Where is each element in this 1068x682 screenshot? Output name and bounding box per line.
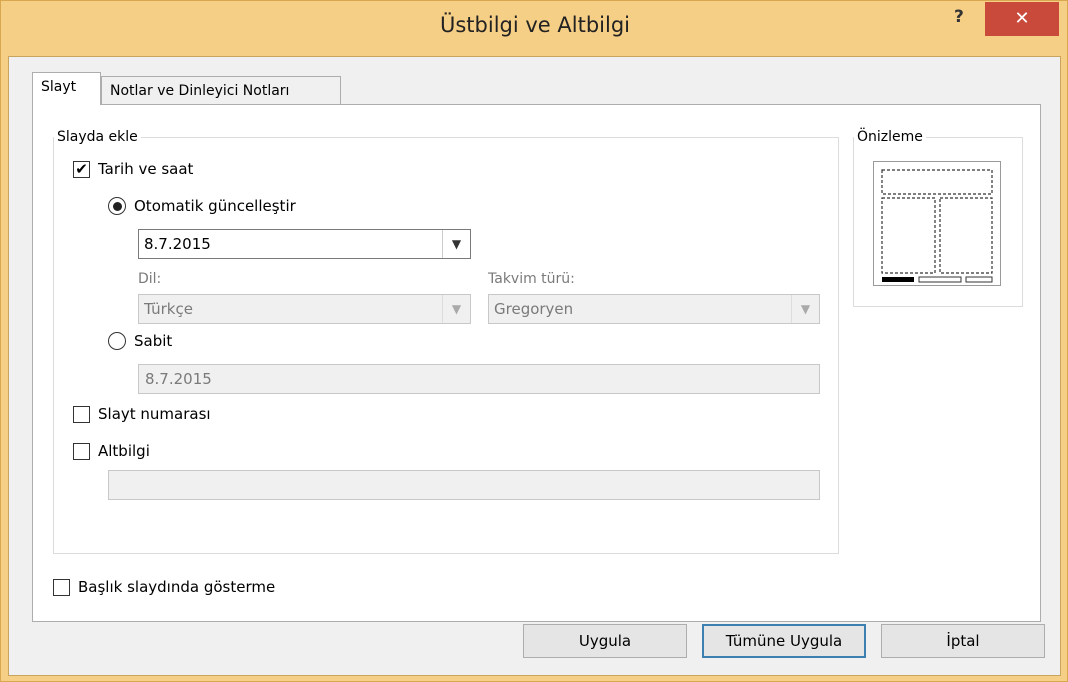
dialog-window: Üstbilgi ve Altbilgi ? ✕ Slayt Notlar ve… xyxy=(0,0,1068,682)
tab-slayt[interactable]: Slayt xyxy=(32,72,101,105)
slide-preview-thumbnail xyxy=(873,161,1001,286)
footer-label[interactable]: Altbilgi xyxy=(98,442,150,460)
language-select[interactable]: Türkçe ▼ xyxy=(138,294,471,324)
dont-show-on-title-checkbox[interactable] xyxy=(53,578,70,596)
slide-number-checkbox[interactable] xyxy=(73,405,90,423)
calendar-value: Gregoryen xyxy=(494,300,574,318)
auto-update-radio[interactable] xyxy=(108,197,126,215)
dialog-title: Üstbilgi ve Altbilgi xyxy=(439,13,630,37)
language-value: Türkçe xyxy=(144,300,193,318)
date-time-checkbox[interactable]: ✔ xyxy=(73,160,90,178)
tab-notes[interactable]: Notlar ve Dinleyici Notları xyxy=(101,76,341,106)
date-format-select[interactable]: 8.7.2015 ▼ xyxy=(138,229,471,259)
cancel-button[interactable]: İptal xyxy=(881,624,1045,658)
auto-update-label[interactable]: Otomatik güncelleştir xyxy=(134,197,296,215)
fixed-radio[interactable] xyxy=(108,332,126,350)
apply-button[interactable]: Uygula xyxy=(523,624,687,658)
footer-checkbox[interactable] xyxy=(73,442,90,460)
help-button[interactable]: ? xyxy=(954,7,964,27)
chevron-down-icon: ▼ xyxy=(442,230,470,258)
calendar-label: Takvim türü: xyxy=(488,271,575,287)
footer-text-field[interactable] xyxy=(108,470,820,500)
dialog-body: Slayt Notlar ve Dinleyici Notları Slayda… xyxy=(8,56,1061,676)
fixed-date-field[interactable]: 8.7.2015 xyxy=(138,364,820,394)
calendar-select[interactable]: Gregoryen ▼ xyxy=(488,294,820,324)
preview-legend: Önizleme xyxy=(857,129,923,145)
dont-show-on-title-label[interactable]: Başlık slaydında gösterme xyxy=(78,578,275,596)
fixed-label[interactable]: Sabit xyxy=(134,332,172,350)
close-button[interactable]: ✕ xyxy=(985,2,1059,36)
slide-number-label[interactable]: Slayt numarası xyxy=(98,405,211,423)
chevron-down-icon: ▼ xyxy=(442,295,470,323)
apply-all-button[interactable]: Tümüne Uygula xyxy=(702,624,866,658)
slide-layout-diagram xyxy=(881,169,993,283)
chevron-down-icon: ▼ xyxy=(791,295,819,323)
date-time-label[interactable]: Tarih ve saat xyxy=(98,160,193,178)
language-label: Dil: xyxy=(138,271,162,287)
add-to-slide-legend: Slayda ekle xyxy=(57,129,138,145)
date-format-value: 8.7.2015 xyxy=(144,235,211,253)
